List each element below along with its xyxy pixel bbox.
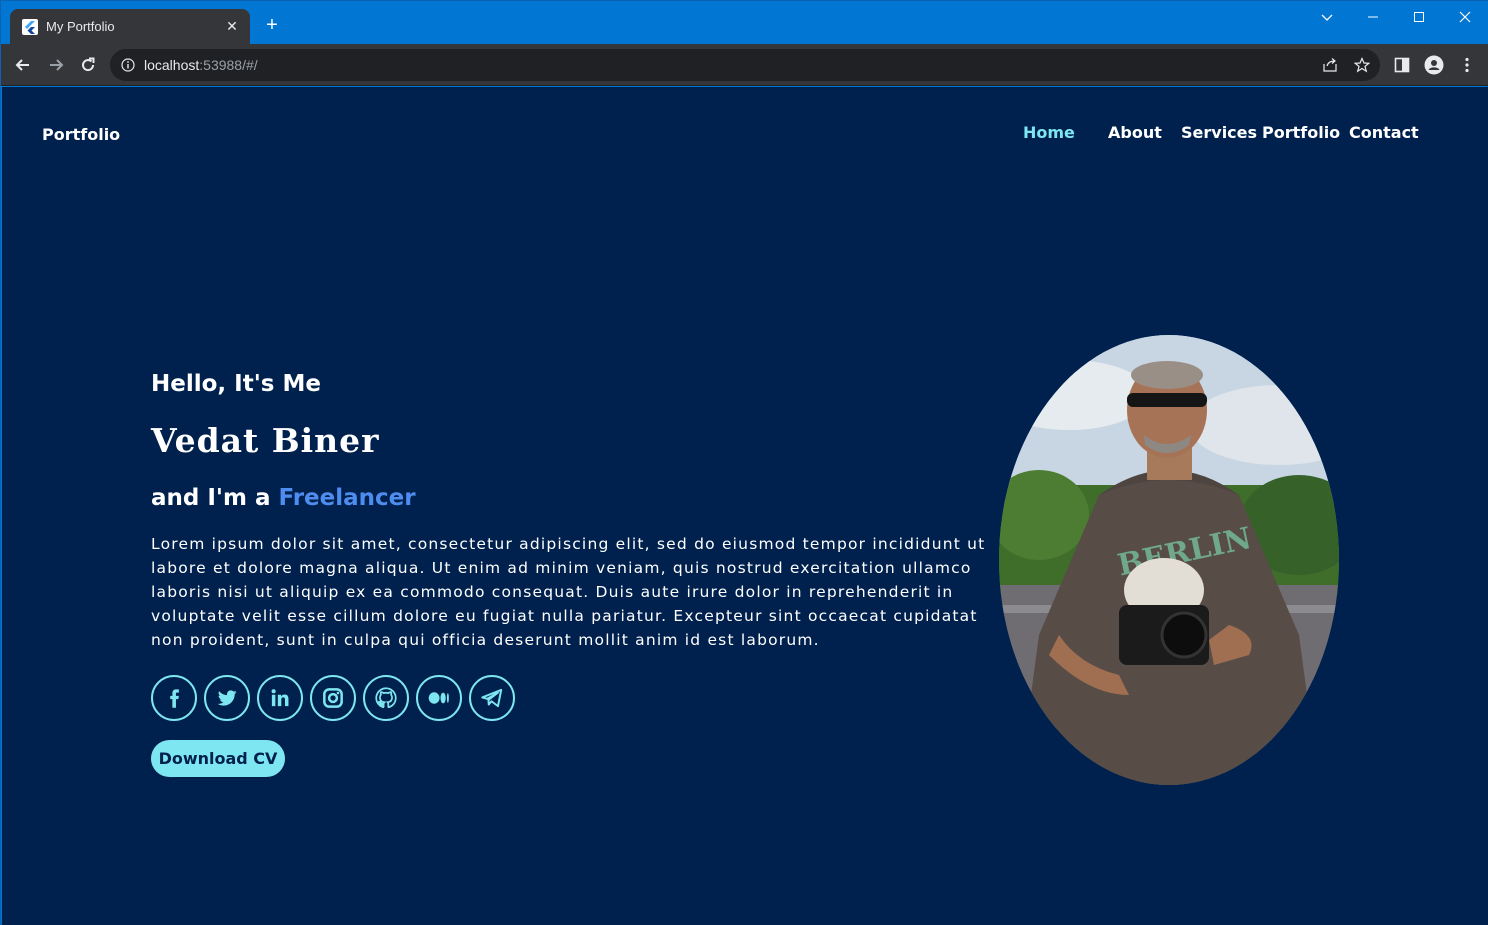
nav-contact[interactable]: Contact <box>1349 123 1419 142</box>
back-arrow-icon[interactable] <box>13 55 33 75</box>
minimize-icon[interactable] <box>1363 7 1383 27</box>
github-icon[interactable] <box>363 675 409 721</box>
nav-services[interactable]: Services <box>1181 123 1257 142</box>
kebab-menu-icon[interactable] <box>1457 55 1477 75</box>
profile-avatar-icon[interactable] <box>1424 55 1444 75</box>
download-cv-button[interactable]: Download CV <box>151 740 285 777</box>
instagram-icon[interactable] <box>310 675 356 721</box>
linkedin-icon[interactable] <box>257 675 303 721</box>
medium-icon[interactable] <box>416 675 462 721</box>
tab-title: My Portfolio <box>46 19 115 34</box>
telegram-icon[interactable] <box>469 675 515 721</box>
bookmark-star-icon[interactable] <box>1353 57 1371 73</box>
role-highlight: Freelancer <box>278 485 416 511</box>
nav-about[interactable]: About <box>1108 123 1162 142</box>
flutter-favicon-icon <box>22 19 38 35</box>
nav-portfolio[interactable]: Portfolio <box>1262 123 1340 142</box>
new-tab-icon[interactable]: + <box>262 15 282 35</box>
browser-window: My Portfolio ✕ + localhost:53988/#/ Port… <box>0 0 1488 925</box>
portfolio-page: Portfolio Home About Services Portfolio … <box>2 87 1488 925</box>
browser-tab[interactable]: My Portfolio ✕ <box>10 9 250 44</box>
url-text: localhost:53988/#/ <box>144 57 258 73</box>
title-bar: My Portfolio ✕ + <box>1 1 1488 44</box>
browser-toolbar: localhost:53988/#/ <box>1 44 1488 86</box>
facebook-icon[interactable] <box>151 675 197 721</box>
greeting-heading: Hello, It's Me <box>151 371 321 397</box>
reload-icon[interactable] <box>78 55 98 75</box>
site-info-icon[interactable] <box>121 58 135 72</box>
bio-paragraph: Lorem ipsum dolor sit amet, consectetur … <box>151 535 986 649</box>
profile-photo: BERLIN <box>999 335 1339 785</box>
twitter-icon[interactable] <box>204 675 250 721</box>
name-heading: Vedat Biner <box>151 421 380 460</box>
role-prefix: and I'm a <box>151 485 279 511</box>
forward-arrow-icon[interactable] <box>46 55 66 75</box>
share-icon[interactable] <box>1322 57 1338 73</box>
address-bar[interactable]: localhost:53988/#/ <box>110 49 1380 81</box>
tab-search-icon[interactable] <box>1317 7 1337 27</box>
nav-home[interactable]: Home <box>1023 123 1075 142</box>
close-window-icon[interactable] <box>1455 7 1475 27</box>
role-heading: and I'm a Freelancer <box>151 485 416 511</box>
brand-logo[interactable]: Portfolio <box>42 125 120 144</box>
tab-close-icon[interactable]: ✕ <box>224 18 240 34</box>
side-panel-icon[interactable] <box>1392 55 1412 75</box>
maximize-icon[interactable] <box>1409 7 1429 27</box>
